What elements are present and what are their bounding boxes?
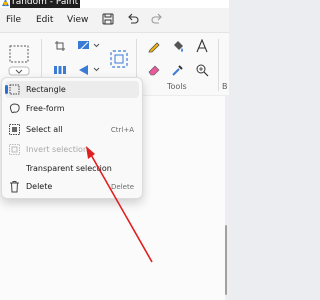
text-icon[interactable]	[195, 39, 209, 53]
shortcut-text: Ctrl+A	[110, 126, 134, 134]
rotate-icon[interactable]	[77, 63, 101, 77]
undo-icon[interactable]	[126, 12, 140, 26]
menu-item-transparent-selection[interactable]: Transparent selection	[5, 160, 139, 177]
menu-edit[interactable]: Edit	[36, 14, 53, 26]
shortcut-text: Delete	[111, 183, 134, 191]
vertical-scrollbar[interactable]	[225, 225, 227, 295]
crop-icon[interactable]	[54, 40, 66, 52]
color-picker-icon[interactable]	[171, 63, 185, 77]
pencil-icon[interactable]	[147, 39, 161, 53]
menu-bar: File Edit View	[0, 8, 229, 33]
flip-icon[interactable]	[53, 64, 67, 76]
menu-item-label: Free-form	[26, 104, 65, 113]
menu-item-label: Delete	[26, 182, 53, 191]
menu-item-label: Select all	[26, 125, 63, 134]
menu-item-select-all[interactable]: Select all Ctrl+A	[5, 121, 139, 138]
select-rectangle-icon[interactable]	[7, 43, 31, 77]
menu-item-rectangle[interactable]: Rectangle	[5, 81, 139, 98]
menu-item-invert-selection: Invert selection	[5, 141, 139, 158]
selection-dropdown-menu: Rectangle Free-form Select all Ctrl+A In…	[1, 77, 143, 199]
image-search-icon[interactable]	[109, 49, 129, 69]
fill-icon[interactable]	[171, 39, 185, 53]
rectangle-select-icon	[9, 84, 20, 95]
trash-icon	[10, 181, 19, 193]
magnifier-icon[interactable]	[195, 63, 209, 77]
invert-selection-icon	[9, 144, 20, 155]
select-all-icon	[9, 124, 20, 135]
menu-item-label: Rectangle	[26, 85, 66, 94]
paint-app-icon	[1, 0, 10, 7]
save-icon[interactable]	[101, 12, 115, 26]
next-group-label: B	[222, 82, 228, 91]
menu-item-delete[interactable]: Delete Delete	[5, 178, 139, 195]
menu-item-label: Invert selection	[26, 145, 89, 154]
eraser-icon[interactable]	[147, 63, 161, 77]
ribbon-separator	[218, 39, 219, 91]
menu-item-free-form[interactable]: Free-form	[5, 100, 139, 117]
redo-icon[interactable]	[150, 12, 164, 26]
menu-file[interactable]: File	[6, 14, 21, 26]
title-bar: random - Paint	[0, 0, 229, 8]
resize-icon[interactable]	[77, 39, 101, 53]
menu-item-label: Transparent selection	[26, 164, 112, 173]
tools-group-label: Tools	[167, 82, 187, 91]
menu-view[interactable]: View	[67, 14, 88, 26]
freeform-select-icon	[9, 103, 20, 114]
window-title: random - Paint	[10, 0, 81, 8]
